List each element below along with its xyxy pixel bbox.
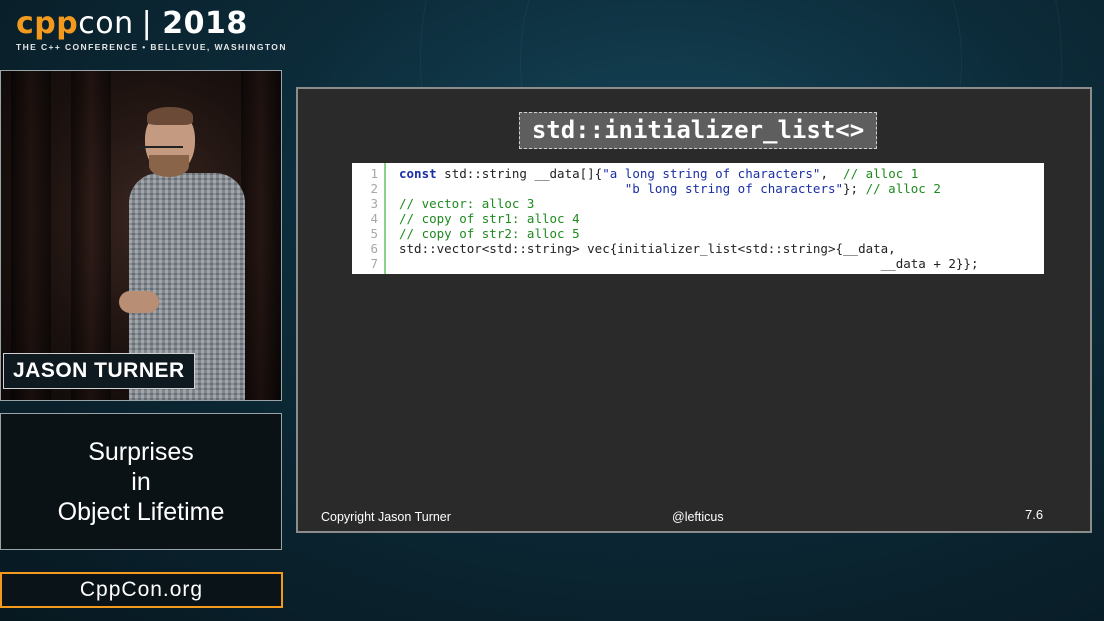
- code-keyword: const: [399, 166, 437, 181]
- code-string: "b long string of characters": [624, 181, 844, 196]
- talk-title-line: in: [131, 467, 151, 496]
- code-line: 2 "b long string of characters"}; // all…: [352, 181, 1044, 196]
- code-line: 4 // copy of str1: alloc 4: [352, 211, 1044, 226]
- presentation-slide: std::initializer_list<> 1 const std::stri…: [296, 87, 1092, 533]
- speaker-glasses: [137, 146, 183, 148]
- logo-tagline: THE C++ CONFERENCE • BELLEVUE, WASHINGTO…: [16, 42, 287, 52]
- stage-curtain: [71, 71, 111, 400]
- code-line: 5 // copy of str2: alloc 5: [352, 226, 1044, 241]
- code-line: 1 const std::string __data[]{"a long stri…: [352, 166, 1044, 181]
- code-comment: // alloc 2: [865, 181, 941, 196]
- code-token: ,: [820, 166, 844, 181]
- line-number: 7: [370, 256, 378, 271]
- code-token: __data + 2}};: [399, 256, 979, 271]
- line-number: 6: [370, 241, 378, 256]
- site-url: CppCon.org: [0, 572, 283, 608]
- line-number: 4: [370, 211, 378, 226]
- line-number: 3: [370, 196, 378, 211]
- cppcon-logo: cppcon | 2018 THE C++ CONFERENCE • BELLEVU…: [16, 6, 287, 52]
- code-line: 7 __data + 2}};: [352, 256, 1044, 271]
- code-token: };: [843, 181, 866, 196]
- slide-title: std::initializer_list<>: [519, 112, 877, 149]
- code-text: // copy of str2: alloc 5: [399, 226, 580, 241]
- code-text: "b long string of characters"}; // alloc…: [399, 181, 941, 196]
- talk-title-line: Object Lifetime: [57, 497, 225, 526]
- code-text: const std::string __data[]{"a long strin…: [399, 166, 918, 181]
- code-text: // copy of str1: alloc 4: [399, 211, 580, 226]
- speaker-video: [0, 70, 282, 401]
- speaker-hair: [147, 107, 193, 125]
- slide-copyright: Copyright Jason Turner: [321, 510, 451, 524]
- code-text: __data + 2}};: [399, 256, 979, 271]
- code-token: std::vector<std::string> vec{initializer…: [399, 241, 896, 256]
- talk-title-line: Surprises: [88, 437, 194, 466]
- logo-con: con: [78, 6, 134, 41]
- talk-title-panel: Surprises in Object Lifetime: [0, 413, 282, 550]
- code-block: 1 const std::string __data[]{"a long stri…: [352, 163, 1044, 274]
- code-comment: // copy of str1: alloc 4: [399, 211, 580, 226]
- code-comment: // vector: alloc 3: [399, 196, 535, 211]
- speaker-beard: [149, 155, 189, 177]
- code-token: std::string __data[]{: [436, 166, 603, 181]
- code-comment: // copy of str2: alloc 5: [399, 226, 580, 241]
- speaker-name: JASON TURNER: [3, 353, 195, 389]
- stage-curtain: [11, 71, 51, 400]
- speaker-hands: [119, 291, 159, 313]
- code-text: // vector: alloc 3: [399, 196, 534, 211]
- code-string: "a long string of characters": [602, 166, 821, 181]
- logo-year: 2018: [162, 6, 248, 41]
- slide-number: 7.6: [1025, 507, 1044, 522]
- code-comment: // alloc 1: [843, 166, 919, 181]
- code-line: 3 // vector: alloc 3: [352, 196, 1044, 211]
- code-line: 6 std::vector<std::string> vec{initialize…: [352, 241, 1044, 256]
- line-number: 5: [370, 226, 378, 241]
- logo-separator: |: [141, 6, 153, 41]
- code-text: std::vector<std::string> vec{initializer…: [399, 241, 896, 256]
- logo-cpp: cpp: [16, 6, 79, 41]
- line-number: 1: [370, 166, 378, 181]
- slide-twitter-handle: @lefticus: [672, 510, 724, 524]
- line-number: 2: [370, 181, 378, 196]
